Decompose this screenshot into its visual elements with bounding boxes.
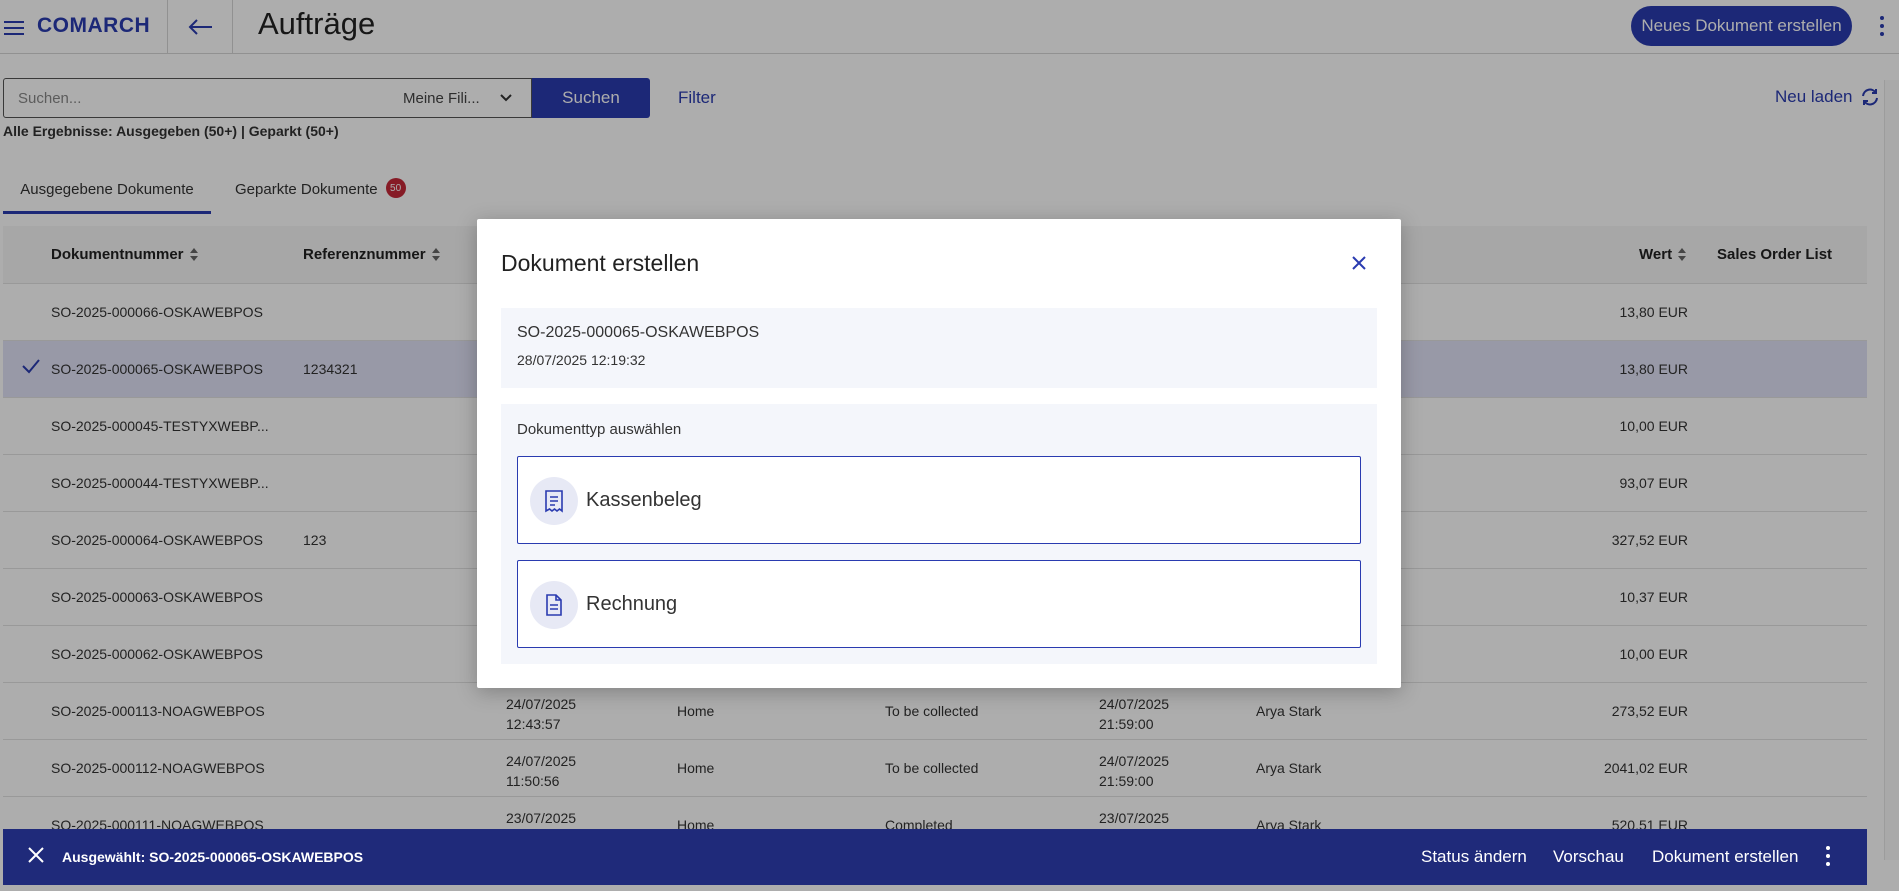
document-number: SO-2025-000065-OSKAWEBPOS [517,324,760,341]
change-status-button[interactable]: Status ändern [1421,847,1527,867]
preview-button[interactable]: Vorschau [1553,847,1624,867]
selection-bar: Ausgewählt: SO-2025-000065-OSKAWEBPOS St… [3,829,1867,885]
option-label: Rechnung [586,593,678,615]
create-document-dialog: Dokument erstellen SO-2025-000065-OSKAWE… [477,219,1401,688]
option-invoice[interactable]: Rechnung [517,560,1361,648]
dialog-title: Dokument erstellen [501,250,700,276]
document-type-label: Dokumenttyp auswählen [517,421,682,438]
document-info: SO-2025-000065-OSKAWEBPOS 28/07/2025 12:… [501,308,1377,388]
close-icon[interactable] [1349,253,1369,273]
document-date: 28/07/2025 12:19:32 [517,352,646,368]
receipt-icon [530,477,578,525]
close-icon[interactable] [27,846,45,864]
invoice-icon [530,581,578,629]
selected-document-text: Ausgewählt: SO-2025-000065-OSKAWEBPOS [62,849,364,865]
create-document-button[interactable]: Dokument erstellen [1652,847,1798,867]
document-type-panel: Dokumenttyp auswählen Kassenbeleg Rechnu… [501,404,1377,664]
more-actions-icon[interactable] [1826,846,1830,870]
option-receipt[interactable]: Kassenbeleg [517,456,1361,544]
option-label: Kassenbeleg [586,489,702,511]
